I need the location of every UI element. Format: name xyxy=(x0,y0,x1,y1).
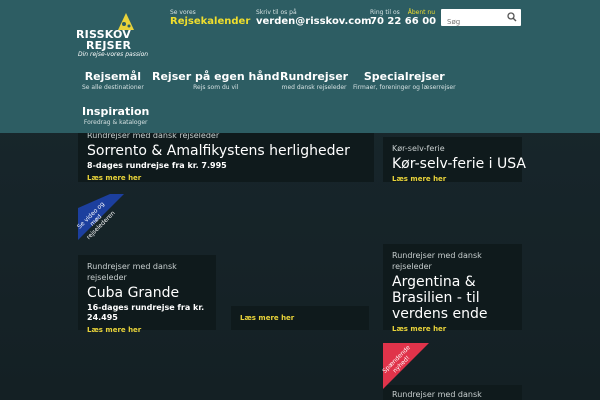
card-argentina[interactable]: Rundrejser med dansk rejseleder Argentin… xyxy=(383,244,522,333)
card-category: Rundrejser med dansk xyxy=(392,390,482,399)
calendar-caption: Se vores xyxy=(170,9,196,16)
read-more-link[interactable]: Læs mere her xyxy=(87,326,207,334)
search-box xyxy=(441,9,521,31)
read-more-link[interactable]: Læs mere her xyxy=(392,175,513,183)
search-input[interactable] xyxy=(441,13,503,31)
read-more-link[interactable]: Læs mere her xyxy=(240,314,360,322)
nav-desc: Foredrag & kataloger xyxy=(83,119,148,126)
calendar-link[interactable]: Rejsekalender xyxy=(170,16,250,28)
email-caption: Skriv til os på xyxy=(256,9,297,16)
card-subtitle: 8-dages rundrejse fra kr. 7.995 xyxy=(87,161,227,170)
logo[interactable]: RISSKOV REJSER Din rejse-vores passion xyxy=(76,12,168,60)
nav-desc: med dansk rejseleder xyxy=(281,84,347,91)
calendar-info: Se vores Rejsekalender xyxy=(170,9,250,28)
read-more-link[interactable]: Læs mere her xyxy=(392,325,513,333)
card-category: Rundrejser med dansk rejseleder xyxy=(87,262,177,282)
read-more-link[interactable]: Læs mere her xyxy=(87,174,365,182)
phone-number[interactable]: 70 22 66 00 xyxy=(370,16,436,28)
card-title[interactable]: Sorrento & Amalfikystens herligheder xyxy=(87,143,365,159)
phone-info: Ring til os Åbent nu 70 22 66 00 xyxy=(370,9,436,28)
video-ribbon[interactable]: Se video og mød rejselederen xyxy=(76,194,124,241)
logo-tagline: Din rejse-vores passion xyxy=(78,51,149,58)
nav-label: Rejser på egen hånd xyxy=(152,70,280,83)
nav-desc: Se alle destinationer xyxy=(82,84,144,91)
open-status: Åbent nu xyxy=(407,9,436,16)
nav-label: Rejsemål xyxy=(84,70,142,83)
nav-desc: Rejs som du vil xyxy=(193,84,239,91)
nav-desc: Firmaer, foreninger og læserrejser xyxy=(353,84,456,91)
card-category: Rundrejser med dansk rejseleder xyxy=(392,251,482,271)
card-title[interactable]: Kør-selv-ferie i USA xyxy=(392,156,526,172)
card-subtitle: 16-dages rundrejse fra kr. 24.495 xyxy=(87,303,205,322)
email-info: Skriv til os på verden@risskov.com xyxy=(256,9,372,28)
nav-item-specialrejser[interactable]: Specialrejser Firmaer, foreninger og læs… xyxy=(353,70,456,91)
email-link[interactable]: verden@risskov.com xyxy=(256,16,372,28)
site-header: RISSKOV REJSER Din rejse-vores passion S… xyxy=(0,0,600,133)
nav-item-inspiration[interactable]: Inspiration Foredrag & kataloger xyxy=(82,105,149,126)
search-icon[interactable] xyxy=(507,12,517,22)
nav-item-rundrejser[interactable]: Rundrejser med dansk rejseleder xyxy=(280,70,348,91)
nav-label: Inspiration xyxy=(82,105,150,118)
card-title[interactable]: Argentina & Brasilien - til verdens ende xyxy=(392,274,513,322)
nav-item-egen-haand[interactable]: Rejser på egen hånd Rejs som du vil xyxy=(152,70,280,91)
card-title[interactable]: Cuba Grande xyxy=(87,285,207,301)
card-cuba[interactable]: Rundrejser med dansk rejseleder Cuba Gra… xyxy=(78,255,216,334)
nav-label: Rundrejser xyxy=(280,70,349,83)
card-usa[interactable]: Kør-selv-ferie Kør-selv-ferie i USA Læs … xyxy=(383,137,526,183)
card-middle[interactable]: Læs mere her xyxy=(231,306,369,330)
new-ribbon[interactable]: Spændende nyhed! xyxy=(381,343,429,389)
phone-caption: Ring til os xyxy=(370,9,400,16)
nav-label: Specialrejser xyxy=(363,70,445,83)
card-category: Kør-selv-ferie xyxy=(392,144,445,153)
nav-item-rejsemaal[interactable]: Rejsemål Se alle destinationer xyxy=(82,70,144,91)
